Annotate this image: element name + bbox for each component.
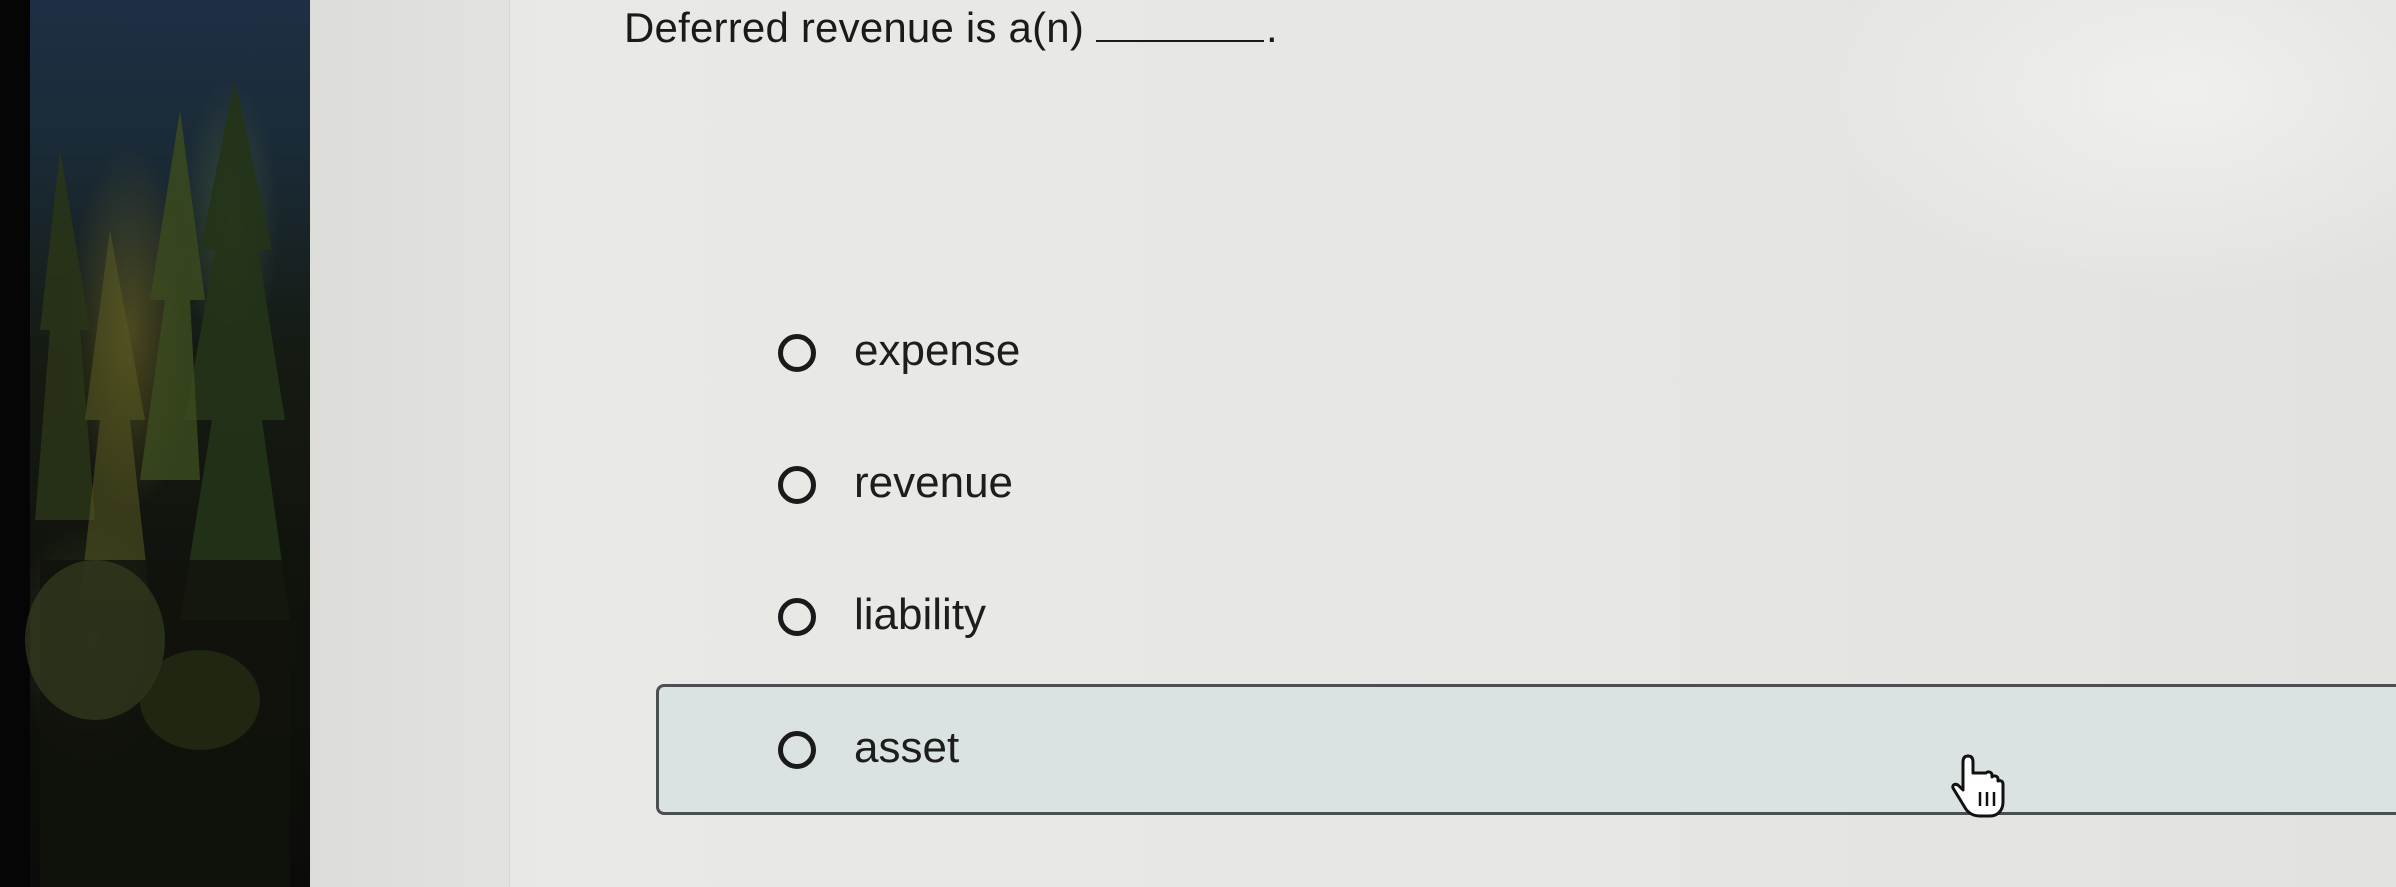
radio-unchecked-icon[interactable] bbox=[778, 730, 816, 769]
page-left-margin bbox=[310, 0, 510, 887]
option-label: expense bbox=[854, 326, 1021, 375]
radio-unchecked-icon[interactable] bbox=[778, 598, 816, 636]
option-label: asset bbox=[854, 722, 960, 772]
forest-trees bbox=[25, 80, 290, 887]
option-liability[interactable]: liability bbox=[656, 552, 2396, 682]
radio-unchecked-icon[interactable] bbox=[778, 466, 816, 504]
answer-blank bbox=[1096, 12, 1265, 42]
screen: Deferred revenue is a(n). expense revenu… bbox=[0, 0, 2396, 887]
option-label: revenue bbox=[854, 458, 1014, 507]
option-revenue[interactable]: revenue bbox=[656, 420, 2396, 550]
hand-pointer-icon bbox=[1951, 754, 2005, 818]
desktop-wallpaper bbox=[0, 0, 320, 887]
radio-unchecked-icon[interactable] bbox=[778, 334, 816, 372]
screen-glare bbox=[1810, 0, 2396, 300]
question-prompt: Deferred revenue is a(n) bbox=[624, 4, 1085, 51]
option-expense[interactable]: expense bbox=[656, 288, 2396, 418]
option-asset[interactable]: asset bbox=[656, 684, 2396, 815]
question-text: Deferred revenue is a(n). bbox=[624, 4, 1278, 52]
option-label: liability bbox=[854, 590, 987, 639]
question-period: . bbox=[1266, 4, 1278, 51]
